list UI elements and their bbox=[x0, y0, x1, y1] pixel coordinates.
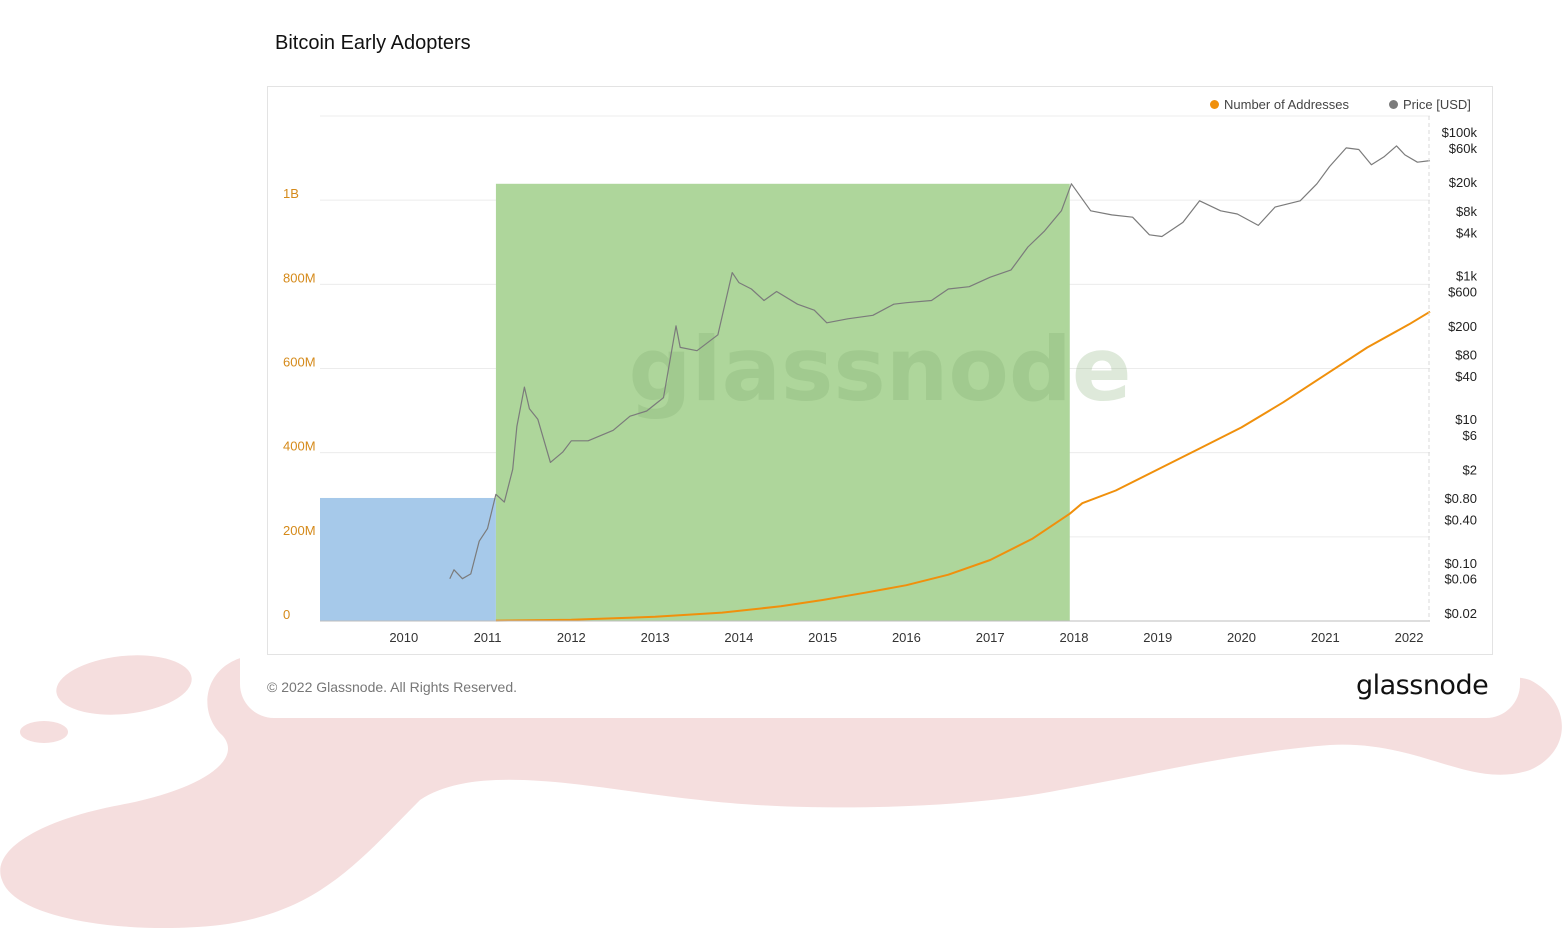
chart: glassnode 0 200M 400M 600M 800M 1B $100k$60k $2… bbox=[283, 115, 1478, 645]
price-axis-tick: $100k bbox=[1442, 125, 1478, 140]
price-axis-tick: $1k bbox=[1456, 269, 1477, 284]
price-axis-tick: $80 bbox=[1455, 347, 1477, 362]
price-axis-tick: $0.06 bbox=[1444, 572, 1477, 587]
copyright-text: © 2022 Glassnode. All Rights Reserved. bbox=[267, 679, 518, 695]
legend-label-price: Price [USD] bbox=[1403, 97, 1471, 112]
x-axis-tick: 2012 bbox=[557, 630, 586, 645]
x-axis-tick: 2016 bbox=[892, 630, 921, 645]
price-axis-tick: $200 bbox=[1448, 319, 1477, 334]
left-axis-tick: 400M bbox=[283, 439, 316, 454]
x-axis-tick: 2019 bbox=[1143, 630, 1172, 645]
price-axis-tick: $4k bbox=[1456, 225, 1477, 240]
x-axis-tick: 2013 bbox=[641, 630, 670, 645]
x-axis-tick: 2018 bbox=[1060, 630, 1089, 645]
price-axis-tick: $600 bbox=[1448, 285, 1477, 300]
price-axis-tick: $0.10 bbox=[1444, 556, 1477, 571]
left-axis-tick: 600M bbox=[283, 355, 316, 370]
legend-item-addresses[interactable]: Number of Addresses bbox=[1210, 97, 1349, 112]
price-axis-tick: $8k bbox=[1456, 204, 1477, 219]
price-axis-tick: $0.02 bbox=[1444, 606, 1477, 621]
x-axis-tick: 2020 bbox=[1227, 630, 1256, 645]
legend-item-price[interactable]: Price [USD] bbox=[1389, 97, 1471, 112]
x-axis-tick: 2017 bbox=[976, 630, 1005, 645]
price-axis-tick: $60k bbox=[1449, 141, 1478, 156]
watermark: glassnode bbox=[628, 318, 1131, 421]
price-axis-tick: $10 bbox=[1455, 412, 1477, 427]
x-axis-tick: 2010 bbox=[389, 630, 418, 645]
left-axis-tick: 800M bbox=[283, 270, 316, 285]
x-axis-tick: 2014 bbox=[724, 630, 753, 645]
left-axis-tick: 200M bbox=[283, 523, 316, 538]
price-axis-tick: $20k bbox=[1449, 175, 1478, 190]
legend-dot-price bbox=[1389, 100, 1398, 109]
left-axis-tick: 0 bbox=[283, 607, 290, 622]
highlight-region-1 bbox=[320, 497, 496, 621]
legend-dot-addresses bbox=[1210, 100, 1219, 109]
price-axis-tick: $0.80 bbox=[1444, 491, 1477, 506]
price-axis-tick: $6 bbox=[1463, 428, 1477, 443]
x-axis-tick: 2022 bbox=[1395, 630, 1424, 645]
x-axis-tick: 2015 bbox=[808, 630, 837, 645]
legend-label-addresses: Number of Addresses bbox=[1224, 97, 1350, 112]
x-axis-tick: 2021 bbox=[1311, 630, 1340, 645]
price-axis-tick: $40 bbox=[1455, 369, 1477, 384]
left-axis-tick: 1B bbox=[283, 186, 299, 201]
glassnode-logo[interactable]: glassnode bbox=[1356, 670, 1489, 701]
price-axis-tick: $0.40 bbox=[1444, 513, 1477, 528]
price-axis-tick: $2 bbox=[1463, 462, 1477, 477]
x-axis-tick: 2011 bbox=[474, 630, 502, 645]
